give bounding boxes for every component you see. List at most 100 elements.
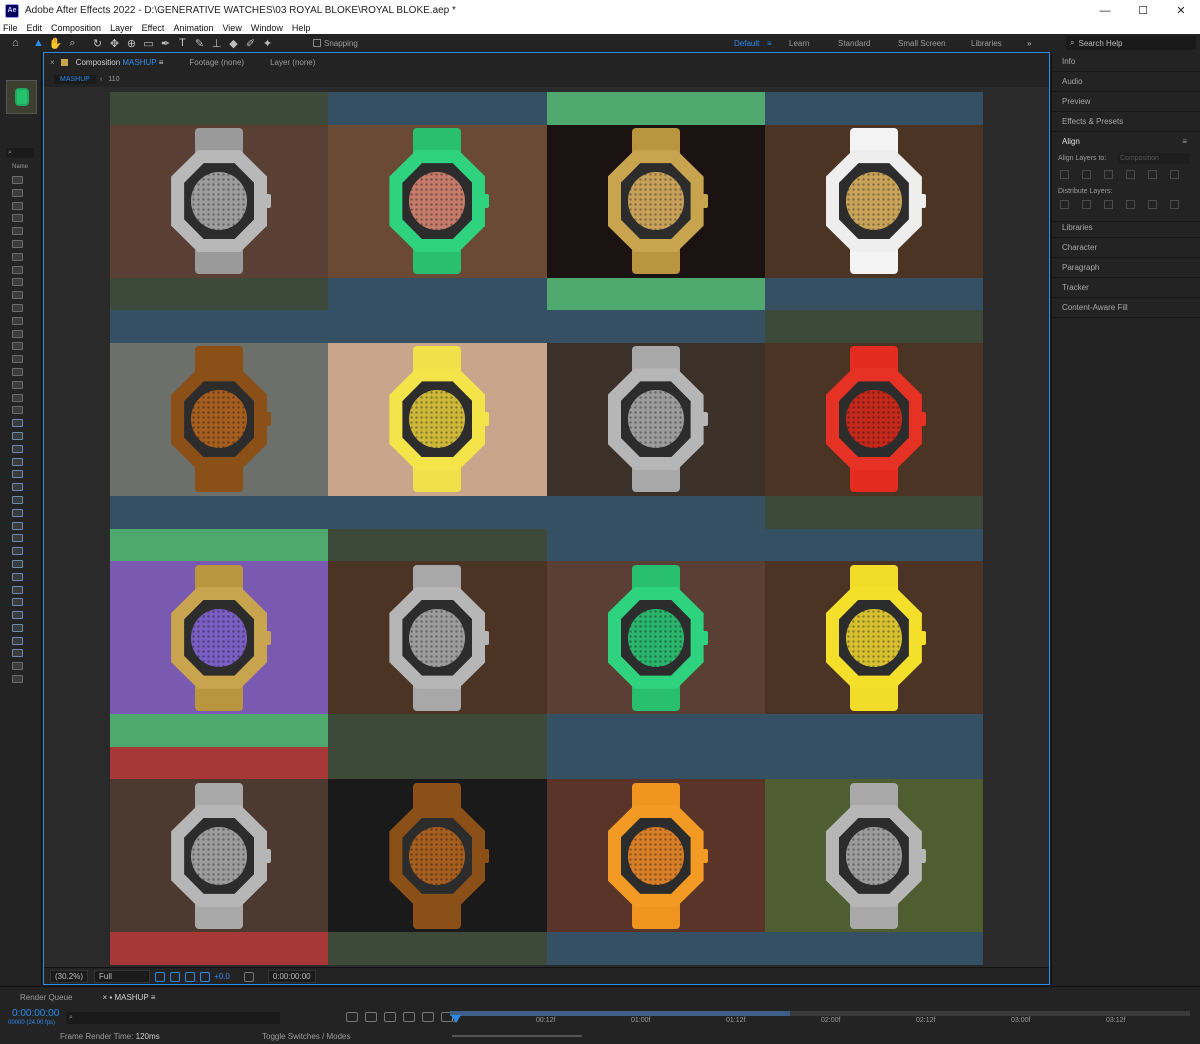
shy-layers-icon[interactable] [384, 1012, 396, 1022]
project-item[interactable] [12, 483, 23, 492]
align-vertical-center-icon[interactable] [1148, 170, 1157, 179]
distribute-horizontal-center-icon[interactable] [1148, 200, 1157, 209]
type-icon[interactable]: T [175, 36, 190, 51]
menu-edit[interactable]: Edit [27, 23, 43, 33]
project-item[interactable] [12, 188, 23, 197]
align-bottom-icon[interactable] [1170, 170, 1179, 179]
timeline-zoom-slider[interactable] [452, 1035, 582, 1037]
transparency-grid-icon[interactable] [170, 971, 181, 982]
roto-brush-icon[interactable]: ✐ [243, 36, 258, 51]
camera-icon[interactable]: ✥ [107, 36, 122, 51]
magnification-dropdown[interactable]: (30.2%) [50, 970, 89, 983]
panel-audio[interactable]: Audio [1052, 72, 1200, 92]
exposure-value[interactable]: +0.0 [214, 972, 230, 981]
frame-blending-icon[interactable] [403, 1012, 415, 1022]
draft-3d-icon[interactable] [365, 1012, 377, 1022]
close-tab-icon[interactable]: × [50, 58, 55, 67]
project-item[interactable] [12, 598, 23, 607]
workspace-small-screen[interactable]: Small Screen [898, 34, 946, 52]
workspace-more-button[interactable]: » [1027, 34, 1031, 52]
distribute-vertical-center-icon[interactable] [1082, 200, 1091, 209]
project-item[interactable] [12, 623, 23, 632]
eraser-icon[interactable]: ◆ [226, 36, 241, 51]
project-item[interactable] [12, 636, 23, 645]
clone-stamp-icon[interactable]: ⊥ [209, 36, 224, 51]
puppet-pin-icon[interactable]: ✦ [260, 36, 275, 51]
panel-character[interactable]: Character [1052, 238, 1200, 258]
project-item[interactable] [12, 355, 23, 364]
panel-preview[interactable]: Preview [1052, 92, 1200, 112]
project-item[interactable] [12, 176, 23, 184]
distribute-left-icon[interactable] [1126, 200, 1135, 209]
project-item[interactable] [12, 611, 23, 620]
tab-render-queue[interactable]: Render Queue [20, 993, 72, 1002]
maximize-button[interactable]: ☐ [1124, 0, 1162, 21]
project-item[interactable] [12, 316, 23, 325]
align-top-icon[interactable] [1126, 170, 1135, 179]
region-of-interest-icon[interactable] [155, 971, 166, 982]
project-item[interactable] [12, 201, 23, 210]
project-item[interactable] [12, 239, 23, 248]
motion-blur-icon[interactable] [422, 1012, 434, 1022]
snapping-checkbox[interactable] [313, 39, 321, 47]
brush-icon[interactable]: ✎ [192, 36, 207, 51]
toggle-switches-modes[interactable]: Toggle Switches / Modes [262, 1032, 351, 1041]
project-item[interactable] [12, 278, 23, 287]
tab-mashup-timeline[interactable]: × ▪ MASHUP ≡ [102, 993, 155, 1002]
channel-icon[interactable] [200, 971, 211, 982]
project-item[interactable] [12, 457, 23, 466]
panel-content-aware-fill[interactable]: Content-Aware Fill [1052, 298, 1200, 318]
menu-window[interactable]: Window [251, 23, 283, 33]
project-item[interactable] [12, 419, 23, 428]
panel-tracker[interactable]: Tracker [1052, 278, 1200, 298]
project-item[interactable] [12, 252, 23, 261]
workspace-standard[interactable]: Standard [838, 34, 870, 52]
workspace-libraries[interactable]: Libraries [971, 34, 1002, 52]
project-item[interactable] [12, 367, 23, 376]
hand-icon[interactable]: ✋ [48, 36, 63, 51]
panel-effects-presets[interactable]: Effects & Presets [1052, 112, 1200, 132]
align-target-dropdown[interactable]: Composition [1117, 153, 1189, 164]
tab-layer[interactable]: Layer (none) [270, 58, 315, 67]
workspace-default[interactable]: Default [734, 34, 759, 52]
panel-paragraph[interactable]: Paragraph [1052, 258, 1200, 278]
menu-composition[interactable]: Composition [51, 23, 101, 33]
menu-help[interactable]: Help [292, 23, 311, 33]
work-area-bar[interactable] [450, 1011, 1190, 1016]
project-item[interactable] [12, 521, 23, 530]
pan-behind-icon[interactable]: ⊕ [124, 36, 139, 51]
panel-libraries[interactable]: Libraries [1052, 218, 1200, 238]
project-item[interactable] [12, 649, 23, 658]
workspace-menu-icon[interactable]: ≡ [767, 34, 772, 52]
menu-layer[interactable]: Layer [110, 23, 133, 33]
menu-effect[interactable]: Effect [142, 23, 165, 33]
time-ruler[interactable]: 0f 00:12f 01:00f 01:12f 02:00f 02:12f 03:00f 03… [450, 1017, 1190, 1029]
project-item[interactable] [12, 380, 23, 389]
project-item[interactable] [12, 227, 23, 236]
distribute-bottom-icon[interactable] [1104, 200, 1113, 209]
project-item[interactable] [12, 406, 23, 415]
project-item[interactable] [12, 559, 23, 568]
composition-canvas[interactable] [110, 92, 983, 965]
align-panel-title[interactable]: Align [1062, 137, 1080, 146]
selection-icon[interactable]: ▲ [31, 36, 46, 51]
project-item[interactable] [12, 444, 23, 453]
align-left-icon[interactable] [1060, 170, 1069, 179]
project-item[interactable] [12, 291, 23, 300]
align-right-icon[interactable] [1104, 170, 1113, 179]
snapshot-icon[interactable] [243, 971, 254, 982]
tab-composition[interactable]: Composition MASHUP ≡ [76, 58, 164, 67]
menu-file[interactable]: File [3, 23, 18, 33]
pen-icon[interactable]: ✒ [158, 36, 173, 51]
project-item[interactable] [12, 534, 23, 543]
project-item[interactable] [12, 431, 23, 440]
align-panel-menu-icon[interactable]: ≡ [1182, 137, 1187, 146]
align-horizontal-center-icon[interactable] [1082, 170, 1091, 179]
project-item[interactable] [12, 214, 23, 223]
breadcrumb-mashup[interactable]: MASHUP [54, 74, 96, 84]
project-item[interactable] [12, 572, 23, 581]
distribute-right-icon[interactable] [1170, 200, 1179, 209]
project-item[interactable] [12, 585, 23, 594]
resolution-dropdown[interactable]: Full [94, 970, 151, 983]
timeline-current-time[interactable]: 0:00:00:00 [12, 1008, 59, 1019]
